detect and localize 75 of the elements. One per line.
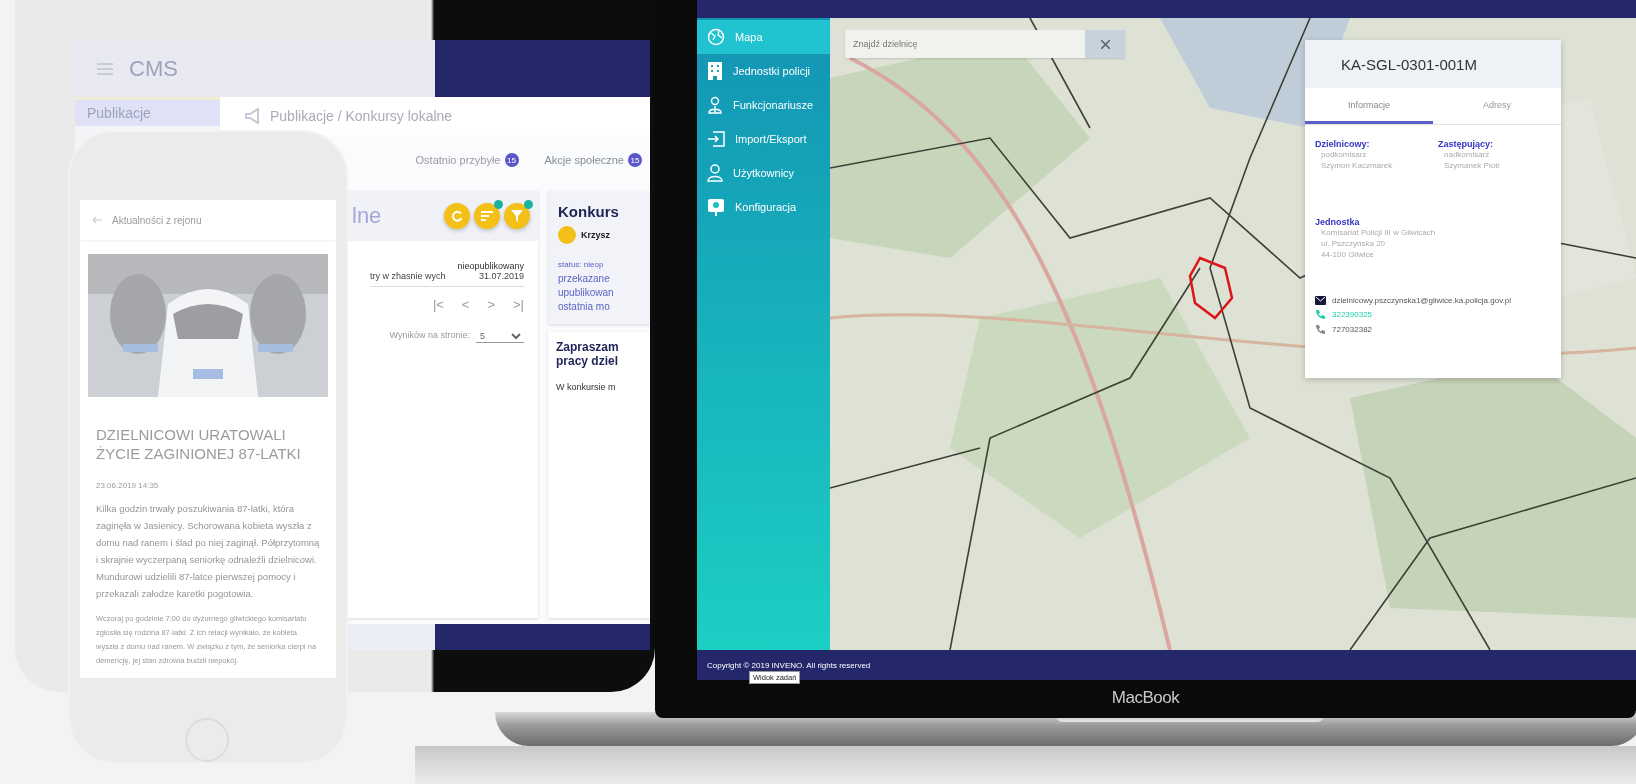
nav-item[interactable]: Konfiguracja <box>697 190 830 224</box>
copyright-text: Copyright © 2019 INVENO. All rights reserved <box>707 660 871 670</box>
count-badge: 15 <box>504 153 519 167</box>
page-size-label: Wyników na stronie: <box>389 330 470 342</box>
filter-icon <box>511 210 523 222</box>
meta-line: upublikowan <box>558 286 615 300</box>
nav-item[interactable]: Użytkownicy <box>697 156 830 190</box>
article-date: 23.06.2019 14:35 <box>95 481 160 490</box>
sidebar-item[interactable]: Publikacje <box>75 97 220 126</box>
status-label: nieopublikowany <box>457 261 524 271</box>
building-icon <box>707 62 723 80</box>
notification-dot <box>524 200 533 209</box>
menu-icon[interactable] <box>97 62 113 75</box>
refresh-icon <box>451 210 463 222</box>
brand-label: MacBook <box>1110 688 1181 708</box>
author-name: Krzysz <box>581 230 610 240</box>
avatar <box>558 226 576 244</box>
person-name: Szymanek Piotr <box>1443 160 1502 171</box>
page-size-select[interactable]: 5 <box>476 330 524 343</box>
screen-title: Aktualności z rejonu <box>112 214 202 226</box>
pager-button[interactable]: >| <box>513 297 524 312</box>
tab[interactable]: Adresy <box>1433 88 1561 124</box>
list-icon <box>481 211 493 221</box>
meta-line: status: nieop <box>558 259 605 271</box>
address-line: 44-100 Gliwice <box>1320 249 1375 260</box>
refresh-button[interactable] <box>444 203 470 229</box>
meta-line: przekazane <box>558 272 611 286</box>
close-icon <box>1100 39 1110 49</box>
tab[interactable]: Akcje społeczne 15 <box>542 151 644 169</box>
row-text: try w zhasnie wych <box>370 271 446 281</box>
import-icon <box>707 131 725 147</box>
back-arrow-icon[interactable] <box>92 216 102 224</box>
notification-dot <box>494 200 503 209</box>
tab[interactable]: Ostatnio przybyłe 15 <box>413 151 521 169</box>
meta-line: ostatnia mo <box>558 300 611 314</box>
field-label: Dzielnicowy: <box>1315 139 1371 149</box>
pager-button[interactable]: |< <box>432 297 444 312</box>
post-title: Zapraszam pracy dziel <box>556 340 620 368</box>
post-text: W konkursie m <box>556 382 617 392</box>
phone-number[interactable]: 322390325 <box>1332 310 1373 319</box>
nav-item[interactable]: Import/Eksport <box>697 122 830 156</box>
list-button[interactable] <box>474 203 500 229</box>
count-badge: 15 <box>628 153 642 167</box>
rank-text: podkomisarz <box>1320 149 1368 160</box>
person-name: Szymon Kaczmarek <box>1320 160 1394 171</box>
email-link[interactable]: dzielnicowy.pszczynska1@gliwice.ka.policja.gov.pl <box>1332 296 1511 305</box>
phone-icon <box>1315 309 1326 320</box>
card-title: Konkurs <box>558 203 620 220</box>
app-title: CMS <box>129 55 178 82</box>
rank-text: nadkomisarz <box>1443 149 1491 160</box>
breadcrumb: Publikacje / Konkursy lokalne <box>270 108 453 124</box>
pager-button[interactable]: > <box>487 297 496 312</box>
globe-icon <box>707 28 725 46</box>
field-label: Jednostka <box>1315 217 1361 227</box>
row-date: 31.07.2019 <box>478 271 524 281</box>
filter-button[interactable] <box>504 203 530 229</box>
address-line: ul. Pszczyńska 20 <box>1320 238 1387 249</box>
tab[interactable]: Informacje <box>1305 88 1433 124</box>
clear-button[interactable] <box>1085 30 1125 58</box>
address-line: Komisariat Policji III w Gliwicach <box>1320 227 1437 238</box>
nav-item[interactable]: Funkcjonariusze <box>697 88 830 122</box>
nav-item[interactable]: Jednostki policji <box>697 54 830 88</box>
megaphone-icon <box>244 108 262 124</box>
user-icon <box>707 164 723 182</box>
mail-icon <box>1315 296 1326 305</box>
field-label: Zastępujący: <box>1438 139 1495 149</box>
article-title: DZIELNICOWI URATOWALI ŻYCIE ZAGINIONEJ 87-LATKI <box>95 425 302 463</box>
configuration-icon <box>707 198 725 216</box>
page-heading: lne <box>352 203 382 229</box>
phone-number[interactable]: 727032382 <box>1332 325 1373 334</box>
nav-item[interactable]: Mapa <box>697 20 830 54</box>
officer-icon <box>707 96 723 114</box>
district-code: KA-SGL-0301-001M <box>1341 55 1477 73</box>
pager-button[interactable]: < <box>461 297 470 312</box>
phone-icon <box>1315 324 1326 335</box>
